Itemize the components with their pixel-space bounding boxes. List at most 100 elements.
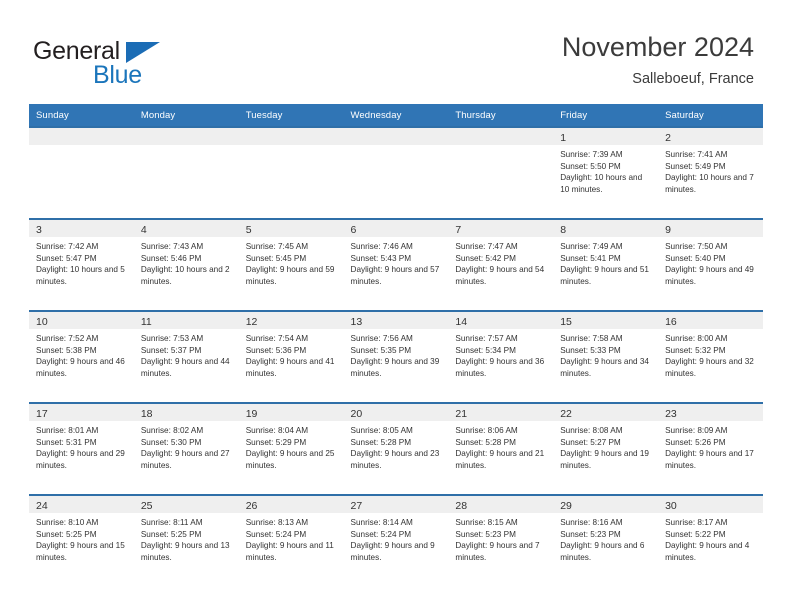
sunrise-text: Sunrise: 8:04 AM <box>245 426 309 435</box>
sunrise-text: Sunrise: 7:47 AM <box>455 242 518 251</box>
day-number-band: 30 <box>658 496 763 513</box>
day-cell-details: Sunrise: 7:45 AM Sunset: 5:45 PM Daylight:… <box>239 237 344 287</box>
day-cell-details: Sunrise: 8:04 AM Sunset: 5:29 PM Daylight:… <box>239 421 344 471</box>
calendar-day-cell[interactable]: 13 Sunrise: 7:56 AM Sunset: 5:35 PM Dayligh… <box>343 310 449 403</box>
day-cell-content: 7 Sunrise: 7:47 AM Sunset: 5:42 PM Daylight… <box>448 220 554 310</box>
day-number: 9 <box>665 224 671 236</box>
day-number-band: 22 <box>553 404 659 421</box>
calendar-day-cell[interactable]: 29 Sunrise: 8:16 AM Sunset: 5:23 PM Dayligh… <box>553 494 659 586</box>
day-number: 27 <box>350 500 363 512</box>
day-number-band: 3 <box>29 220 134 237</box>
day-number: 26 <box>245 500 258 512</box>
calendar-day-cell[interactable]: 11 Sunrise: 7:53 AM Sunset: 5:37 PM Dayligh… <box>133 310 239 403</box>
calendar-day-cell[interactable]: 16 Sunrise: 8:00 AM Sunset: 5:32 PM Dayligh… <box>658 310 763 403</box>
calendar-day-cell[interactable]: 26 Sunrise: 8:13 AM Sunset: 5:24 PM Dayligh… <box>238 494 344 586</box>
day-cell-details: Sunrise: 7:52 AM Sunset: 5:38 PM Daylight:… <box>29 329 134 379</box>
weekday-header-saturday: Saturday <box>658 104 763 127</box>
day-number: 1 <box>560 132 567 144</box>
daylight-text: Daylight: 9 hours and 51 minutes. <box>560 265 649 286</box>
calendar-day-cell[interactable]: 22 Sunrise: 8:08 AM Sunset: 5:27 PM Dayligh… <box>553 402 659 495</box>
day-cell-content: 20 Sunrise: 8:05 AM Sunset: 5:28 PM Dayligh… <box>343 404 449 494</box>
daylight-text: Daylight: 9 hours and 27 minutes. <box>140 449 230 470</box>
sunrise-text: Sunrise: 8:11 AM <box>140 518 203 527</box>
sunset-text: Sunset: 5:45 PM <box>245 253 307 263</box>
calendar-day-cell[interactable]: 9 Sunrise: 7:50 AM Sunset: 5:40 PM Daylight… <box>658 218 763 311</box>
calendar-day-cell[interactable]: 25 Sunrise: 8:11 AM Sunset: 5:25 PM Dayligh… <box>133 494 239 586</box>
calendar-week-row: 17 Sunrise: 8:01 AM Sunset: 5:31 PM Dayligh… <box>29 402 763 495</box>
day-cell-details: Sunrise: 8:09 AM Sunset: 5:26 PM Daylight:… <box>658 421 763 471</box>
sunrise-text: Sunrise: 7:42 AM <box>36 242 99 251</box>
day-number: 5 <box>245 224 252 236</box>
day-cell-content: 26 Sunrise: 8:13 AM Sunset: 5:24 PM Dayligh… <box>238 496 344 586</box>
day-cell-details: Sunrise: 8:05 AM Sunset: 5:28 PM Daylight:… <box>344 421 449 471</box>
day-cell-details: Sunrise: 7:53 AM Sunset: 5:37 PM Daylight:… <box>134 329 239 379</box>
day-cell-details: Sunrise: 7:39 AM Sunset: 5:50 PM Daylight:… <box>553 145 658 195</box>
day-number-band <box>133 128 239 145</box>
weekday-header-sunday: Sunday <box>29 104 134 127</box>
day-number-band: 9 <box>658 220 763 237</box>
sunset-text: Sunset: 5:41 PM <box>560 253 621 263</box>
calendar-day-cell[interactable]: 7 Sunrise: 7:47 AM Sunset: 5:42 PM Daylight… <box>448 218 554 311</box>
calendar-day-cell[interactable]: 18 Sunrise: 8:02 AM Sunset: 5:30 PM Dayligh… <box>133 402 239 495</box>
calendar-day-cell[interactable]: 2 Sunrise: 7:41 AM Sunset: 5:49 PM Daylight… <box>658 126 763 219</box>
day-cell-details: Sunrise: 8:11 AM Sunset: 5:25 PM Daylight:… <box>134 513 239 563</box>
calendar-day-cell[interactable]: 19 Sunrise: 8:04 AM Sunset: 5:29 PM Dayligh… <box>238 402 344 495</box>
calendar-day-cell[interactable]: 28 Sunrise: 8:15 AM Sunset: 5:23 PM Dayligh… <box>448 494 554 586</box>
sunrise-text: Sunrise: 7:43 AM <box>140 242 204 251</box>
calendar-week-row: 24 Sunrise: 8:10 AM Sunset: 5:25 PM Dayligh… <box>29 494 763 586</box>
calendar-day-cell[interactable]: 27 Sunrise: 8:14 AM Sunset: 5:24 PM Dayligh… <box>343 494 449 586</box>
daylight-text: Daylight: 9 hours and 54 minutes. <box>455 265 545 286</box>
calendar-page: General Blue November 2024 Salleboeuf, F… <box>0 0 792 612</box>
calendar-day-cell-empty <box>448 126 554 219</box>
sunrise-text: Sunrise: 8:14 AM <box>350 518 413 527</box>
day-number-band: 12 <box>238 312 344 329</box>
day-number: 19 <box>245 408 258 420</box>
calendar-grid: Sunday Monday Tuesday Wednesday Thursday… <box>29 104 763 586</box>
weekday-header-friday: Friday <box>553 104 659 127</box>
sunrise-text: Sunrise: 7:50 AM <box>665 242 728 251</box>
calendar-header-row: Sunday Monday Tuesday Wednesday Thursday… <box>29 104 763 127</box>
day-number-band: 29 <box>553 496 659 513</box>
calendar-day-cell[interactable]: 21 Sunrise: 8:06 AM Sunset: 5:28 PM Dayligh… <box>448 402 554 495</box>
day-cell-details: Sunrise: 7:54 AM Sunset: 5:36 PM Daylight:… <box>239 329 344 379</box>
calendar-day-cell[interactable]: 14 Sunrise: 7:57 AM Sunset: 5:34 PM Dayligh… <box>448 310 554 403</box>
calendar-day-cell[interactable]: 20 Sunrise: 8:05 AM Sunset: 5:28 PM Dayligh… <box>343 402 449 495</box>
daylight-text: Daylight: 9 hours and 19 minutes. <box>560 449 649 470</box>
sunrise-text: Sunrise: 7:39 AM <box>560 150 623 159</box>
sunset-text: Sunset: 5:22 PM <box>665 529 726 539</box>
calendar-day-cell[interactable]: 30 Sunrise: 8:17 AM Sunset: 5:22 PM Dayligh… <box>658 494 763 586</box>
sunset-text: Sunset: 5:32 PM <box>665 345 726 355</box>
daylight-text: Daylight: 9 hours and 29 minutes. <box>36 449 125 470</box>
calendar-day-cell[interactable]: 5 Sunrise: 7:45 AM Sunset: 5:45 PM Daylight… <box>238 218 344 311</box>
day-number: 28 <box>455 500 468 512</box>
day-number: 13 <box>350 316 363 328</box>
calendar-day-cell[interactable]: 6 Sunrise: 7:46 AM Sunset: 5:43 PM Daylight… <box>343 218 449 311</box>
day-number: 20 <box>350 408 363 420</box>
sunset-text: Sunset: 5:24 PM <box>245 529 307 539</box>
generalblue-logo[interactable]: General Blue <box>33 36 233 92</box>
day-cell-content: 15 Sunrise: 7:58 AM Sunset: 5:33 PM Dayligh… <box>553 312 659 402</box>
day-cell-content: 12 Sunrise: 7:54 AM Sunset: 5:36 PM Dayligh… <box>238 312 344 402</box>
calendar-day-cell[interactable]: 24 Sunrise: 8:10 AM Sunset: 5:25 PM Dayligh… <box>29 494 134 586</box>
calendar-day-cell[interactable]: 1 Sunrise: 7:39 AM Sunset: 5:50 PM Daylight… <box>553 126 659 219</box>
daylight-text: Daylight: 9 hours and 59 minutes. <box>245 265 335 286</box>
calendar-day-cell[interactable]: 17 Sunrise: 8:01 AM Sunset: 5:31 PM Dayligh… <box>29 402 134 495</box>
calendar-day-cell[interactable]: 12 Sunrise: 7:54 AM Sunset: 5:36 PM Dayligh… <box>238 310 344 403</box>
sunset-text: Sunset: 5:37 PM <box>140 345 202 355</box>
calendar-body: 1 Sunrise: 7:39 AM Sunset: 5:50 PM Daylight… <box>29 126 763 586</box>
calendar-day-cell[interactable]: 8 Sunrise: 7:49 AM Sunset: 5:41 PM Daylight… <box>553 218 659 311</box>
day-cell-details: Sunrise: 8:14 AM Sunset: 5:24 PM Daylight:… <box>344 513 449 563</box>
daylight-text: Daylight: 9 hours and 41 minutes. <box>245 357 335 378</box>
daylight-text: Daylight: 9 hours and 13 minutes. <box>140 541 230 562</box>
calendar-day-cell[interactable]: 23 Sunrise: 8:09 AM Sunset: 5:26 PM Dayligh… <box>658 402 763 495</box>
calendar-day-cell[interactable]: 4 Sunrise: 7:43 AM Sunset: 5:46 PM Daylight… <box>133 218 239 311</box>
daylight-text: Daylight: 10 hours and 5 minutes. <box>36 265 125 286</box>
weekday-header-wednesday: Wednesday <box>343 104 449 127</box>
day-cell-content <box>133 128 239 218</box>
day-cell-content <box>448 128 554 218</box>
sunset-text: Sunset: 5:25 PM <box>36 529 97 539</box>
daylight-text: Daylight: 10 hours and 10 minutes. <box>560 173 643 194</box>
calendar-day-cell[interactable]: 3 Sunrise: 7:42 AM Sunset: 5:47 PM Daylight… <box>29 218 134 311</box>
calendar-day-cell[interactable]: 10 Sunrise: 7:52 AM Sunset: 5:38 PM Dayligh… <box>29 310 134 403</box>
calendar-day-cell[interactable]: 15 Sunrise: 7:58 AM Sunset: 5:33 PM Dayligh… <box>553 310 659 403</box>
